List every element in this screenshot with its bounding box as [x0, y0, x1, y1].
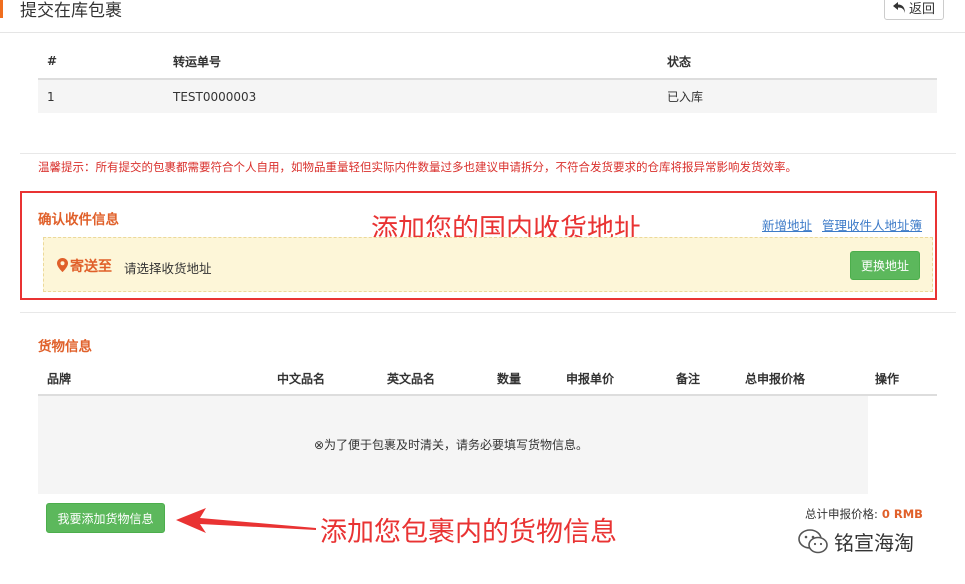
new-address-link[interactable]: 新增地址 [762, 215, 812, 234]
column-header-quantity: 数量 [488, 363, 557, 396]
back-arrow-icon [892, 1, 905, 13]
recipient-section-title: 确认收件信息 [38, 212, 119, 228]
annotation-arrow-icon [176, 508, 316, 533]
goods-section-title: 货物信息 [38, 339, 92, 355]
column-header-actions: 操作 [866, 363, 937, 396]
title-accent-bar [0, 0, 3, 18]
goods-table-header: 品牌 中文品名 英文品名 数量 申报单价 备注 总申报价格 操作 [38, 363, 937, 396]
column-header-en-name: 英文品名 [378, 363, 488, 396]
row-index: 1 [38, 79, 164, 113]
parcel-table: # 转运单号 状态 1 TEST0000003 已入库 [38, 44, 937, 113]
page-title: 提交在库包裹 [20, 1, 122, 21]
goods-empty-message: ⊗为了便于包裹及时清关，请务必要填写货物信息。 [314, 438, 589, 452]
goods-table: 品牌 中文品名 英文品名 数量 申报单价 备注 总申报价格 操作 [38, 363, 937, 396]
add-goods-button[interactable]: 我要添加货物信息 [46, 503, 165, 533]
send-to-label: 寄送至 [70, 259, 112, 275]
divider [20, 153, 956, 154]
total-value: 0 RMB [881, 507, 923, 521]
manage-address-book-link[interactable]: 管理收件人地址簿 [822, 215, 922, 234]
address-placeholder: 请选择收货地址 [124, 261, 212, 276]
column-header-tracking-no: 转运单号 [164, 44, 658, 80]
parcel-table-header: # 转运单号 状态 [38, 44, 937, 80]
back-button[interactable]: 返回 [884, 0, 944, 20]
column-header-cn-name: 中文品名 [268, 363, 378, 396]
change-address-button[interactable]: 更换地址 [850, 251, 920, 280]
total-declared-price: 总计申报价格: 0 RMB [805, 506, 923, 522]
divider [20, 312, 956, 313]
column-header-total-price: 总申报价格 [736, 363, 866, 396]
back-button-label: 返回 [908, 1, 935, 17]
total-label: 总计申报价格: [805, 507, 878, 521]
column-header-brand: 品牌 [38, 363, 268, 396]
column-header-unit-price: 申报单价 [557, 363, 667, 396]
row-status: 已入库 [658, 79, 937, 113]
column-header-status: 状态 [658, 44, 937, 80]
page-header: 提交在库包裹 返回 [0, 0, 965, 33]
wechat-icon [798, 528, 828, 553]
column-header-remark: 备注 [667, 363, 736, 396]
warning-tip: 温馨提示：所有提交的包裹都需要符合个人自用，如物品重量轻但实际内件数量过多也建议… [38, 160, 797, 174]
goods-annotation: 添加您包裹内的货物信息 [320, 517, 617, 548]
row-tracking-no: TEST0000003 [164, 79, 658, 113]
watermark: 铭宣海淘 [798, 527, 914, 556]
watermark-text: 铭宣海淘 [834, 531, 914, 555]
column-header-index: # [38, 44, 164, 80]
location-pin-icon [57, 258, 68, 272]
table-row: 1 TEST0000003 已入库 [38, 79, 937, 113]
